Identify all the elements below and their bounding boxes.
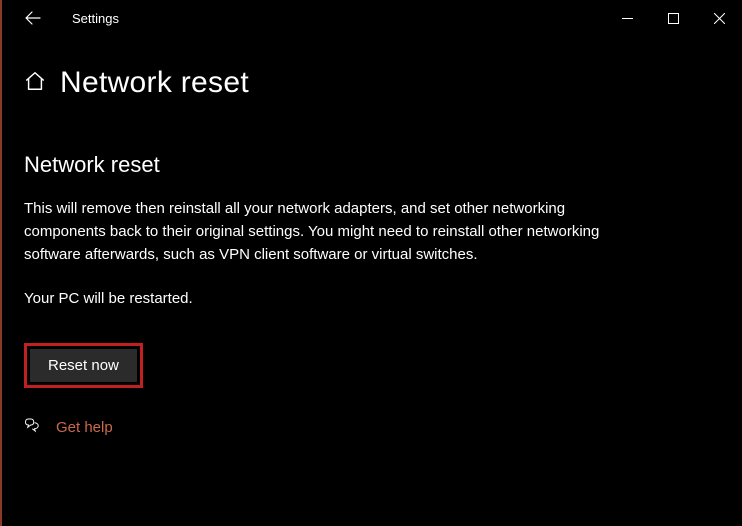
maximize-button[interactable] [650,0,696,36]
close-button[interactable] [696,0,742,36]
reset-now-button[interactable]: Reset now [30,349,137,382]
page-header: Network reset [24,66,720,100]
section-heading: Network reset [24,152,720,178]
page-title: Network reset [60,66,249,100]
window-controls [604,0,742,36]
reset-button-highlight: Reset now [24,343,143,388]
close-icon [714,13,725,24]
get-help-link[interactable]: Get help [56,419,113,436]
help-chat-icon [24,416,42,439]
arrow-left-icon [25,10,41,26]
window-title: Settings [72,11,119,26]
back-button[interactable] [12,0,54,36]
home-icon [24,70,46,97]
content-area: Network reset Network reset This will re… [2,36,742,439]
help-row: Get help [24,416,720,439]
description-text: This will remove then reinstall all your… [24,198,614,266]
minimize-button[interactable] [604,0,650,36]
titlebar: Settings [2,0,742,36]
maximize-icon [668,13,679,24]
restart-notice: Your PC will be restarted. [24,290,720,307]
minimize-icon [622,13,633,24]
